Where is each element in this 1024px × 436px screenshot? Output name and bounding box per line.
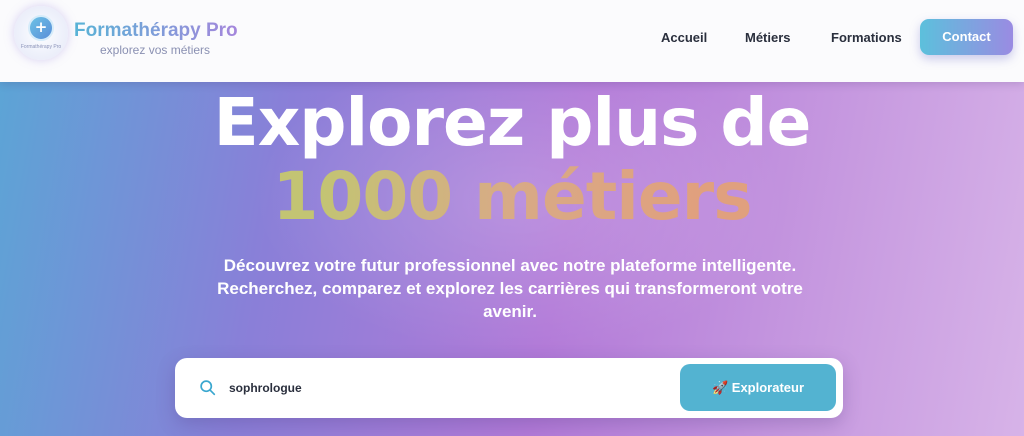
contact-button[interactable]: Contact — [920, 19, 1013, 55]
brand-tagline: explorez vos métiers — [100, 43, 211, 57]
search-icon — [200, 380, 216, 396]
nav-item-formations[interactable]: Formations — [831, 30, 902, 45]
nav-item-metiers[interactable]: Métiers — [745, 30, 791, 45]
hero-title-highlight: 1000 métiers — [272, 158, 753, 235]
hero-title-line1: Explorez plus de — [213, 84, 812, 161]
site-header: Formathérapy Pro Formathérapy Pro explor… — [0, 0, 1024, 82]
hero-title-line2: 1000 métiers — [0, 158, 1024, 235]
logo-text: Formathérapy Pro — [20, 44, 62, 50]
search-input[interactable] — [229, 376, 669, 400]
hero-description: Découvrez votre futur professionnel avec… — [217, 256, 803, 321]
logo[interactable]: Formathérapy Pro — [14, 6, 68, 60]
medical-cross-icon — [28, 15, 54, 41]
brand-name[interactable]: Formathérapy Pro — [74, 20, 238, 42]
explorateur-button[interactable]: 🚀 Explorateur — [680, 364, 836, 411]
search-bar: 🚀 Explorateur — [175, 358, 843, 418]
nav-item-accueil[interactable]: Accueil — [661, 30, 707, 45]
